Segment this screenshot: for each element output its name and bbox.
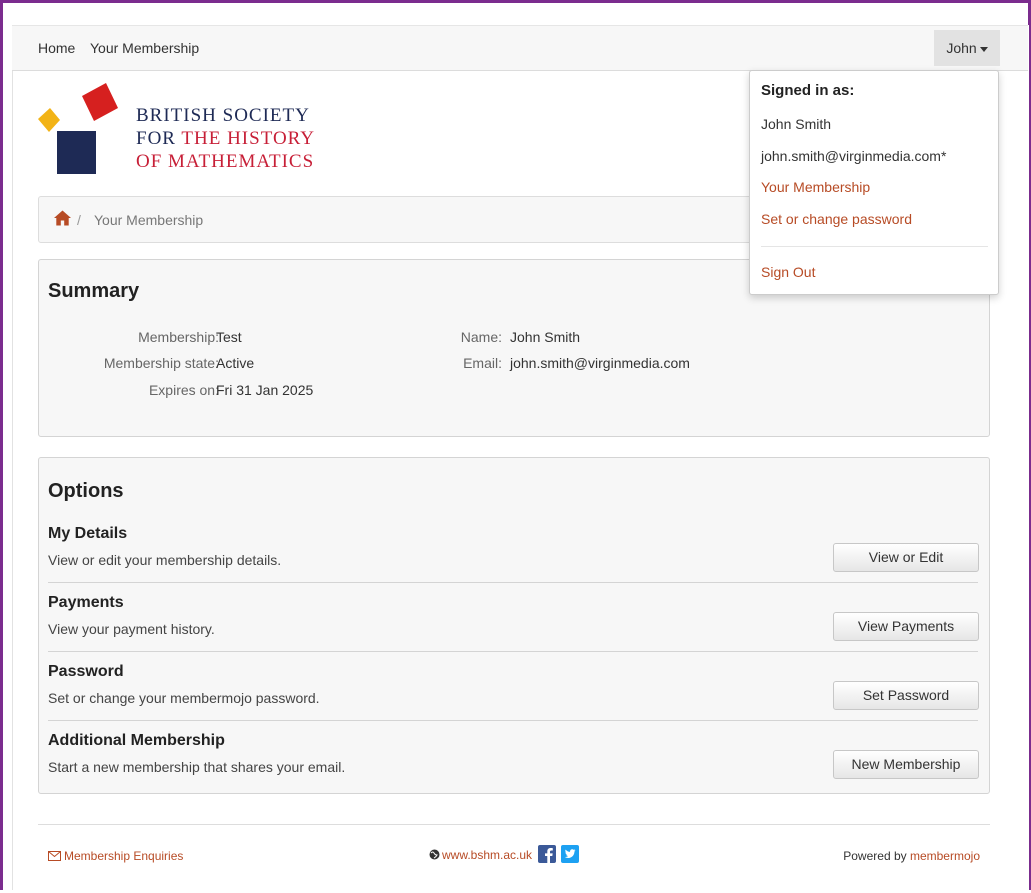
options-title: Options xyxy=(48,480,124,502)
top-navbar: Home Your Membership John xyxy=(12,25,1028,71)
option-desc-details: View or edit your membership details. xyxy=(48,552,282,568)
logo-line-2-highlight: THE HISTORY xyxy=(181,128,316,149)
footer-divider xyxy=(38,824,990,825)
summary-title: Summary xyxy=(48,280,140,302)
website-link[interactable]: www.bshm.ac.uk xyxy=(442,848,532,862)
new-membership-button[interactable]: New Membership xyxy=(833,750,979,779)
signed-in-as-heading: Signed in as: xyxy=(761,82,855,99)
globe-icon xyxy=(429,849,440,860)
option-desc-additional: Start a new membership that shares your … xyxy=(48,759,346,775)
options-panel: Options My Details View or edit your mem… xyxy=(38,457,990,794)
logo-wordmark: BRITISH SOCIETY FOR THE HISTORY OF MATHE… xyxy=(136,104,315,173)
membership-state-value: Active xyxy=(216,355,255,371)
membership-enquiries-link[interactable]: Membership Enquiries xyxy=(48,849,183,863)
society-logo[interactable]: BRITISH SOCIETY FOR THE HISTORY OF MATHE… xyxy=(38,82,338,182)
email-label: Email: xyxy=(463,355,502,371)
logo-squares-icon xyxy=(38,83,118,174)
facebook-icon[interactable] xyxy=(538,845,557,863)
expires-label: Expires on: xyxy=(148,382,219,398)
caret-down-icon xyxy=(979,46,988,52)
powered-by: Powered by membermojo xyxy=(843,849,980,863)
signed-in-email: john.smith@virginmedia.com* xyxy=(761,148,947,164)
menu-divider xyxy=(761,246,988,247)
logo-line-1: BRITISH SOCIETY xyxy=(136,105,310,126)
name-value: John Smith xyxy=(510,329,581,345)
menu-your-membership[interactable]: Your Membership xyxy=(761,179,870,195)
option-title-password: Password xyxy=(48,663,124,680)
nav-membership-link[interactable]: Your Membership xyxy=(90,40,199,56)
option-divider xyxy=(48,651,978,652)
user-menu-button[interactable]: John xyxy=(934,30,1000,66)
membership-enquiries-label: Membership Enquiries xyxy=(64,849,184,863)
website-footer: www.bshm.ac.uk xyxy=(429,845,579,863)
powered-by-label: Powered by xyxy=(843,849,907,863)
option-desc-password: Set or change your membermojo password. xyxy=(48,690,320,706)
view-payments-button[interactable]: View Payments xyxy=(833,612,979,641)
option-divider xyxy=(48,720,978,721)
view-or-edit-button[interactable]: View or Edit xyxy=(833,543,979,572)
breadcrumb-current: Your Membership xyxy=(94,212,204,228)
option-title-details: My Details xyxy=(48,525,128,542)
membership-state-label: Membership state: xyxy=(103,355,219,371)
membership-label: Membership: xyxy=(138,329,219,345)
option-desc-payments: View your payment history. xyxy=(48,621,215,637)
home-icon[interactable] xyxy=(54,210,71,226)
user-dropdown-menu: Signed in as: John Smith john.smith@virg… xyxy=(749,70,999,295)
expires-value: Fri 31 Jan 2025 xyxy=(216,382,314,398)
name-label: Name: xyxy=(460,329,502,345)
envelope-icon xyxy=(48,851,61,861)
breadcrumb-separator: / xyxy=(77,212,81,228)
option-title-additional: Additional Membership xyxy=(48,732,225,749)
set-password-button[interactable]: Set Password xyxy=(833,681,979,710)
signed-in-name: John Smith xyxy=(761,116,832,132)
menu-set-password[interactable]: Set or change password xyxy=(761,211,912,227)
logo-line-3: OF MATHEMATICS xyxy=(136,151,315,172)
membermojo-link[interactable]: membermojo xyxy=(910,849,980,863)
user-menu-label: John xyxy=(946,40,977,56)
email-link[interactable]: john.smith@virginmedia.com xyxy=(510,355,690,371)
logo-line-2-prefix: FOR xyxy=(136,128,176,149)
menu-sign-out[interactable]: Sign Out xyxy=(761,264,815,280)
membership-value: Test xyxy=(216,329,242,345)
option-divider xyxy=(48,582,978,583)
option-title-payments: Payments xyxy=(48,594,124,611)
logo-line-2: FOR THE HISTORY xyxy=(136,127,315,150)
summary-details: Membership: Test Membership state: Activ… xyxy=(39,329,979,409)
twitter-icon[interactable] xyxy=(560,845,579,863)
nav-home-link[interactable]: Home xyxy=(38,40,75,56)
